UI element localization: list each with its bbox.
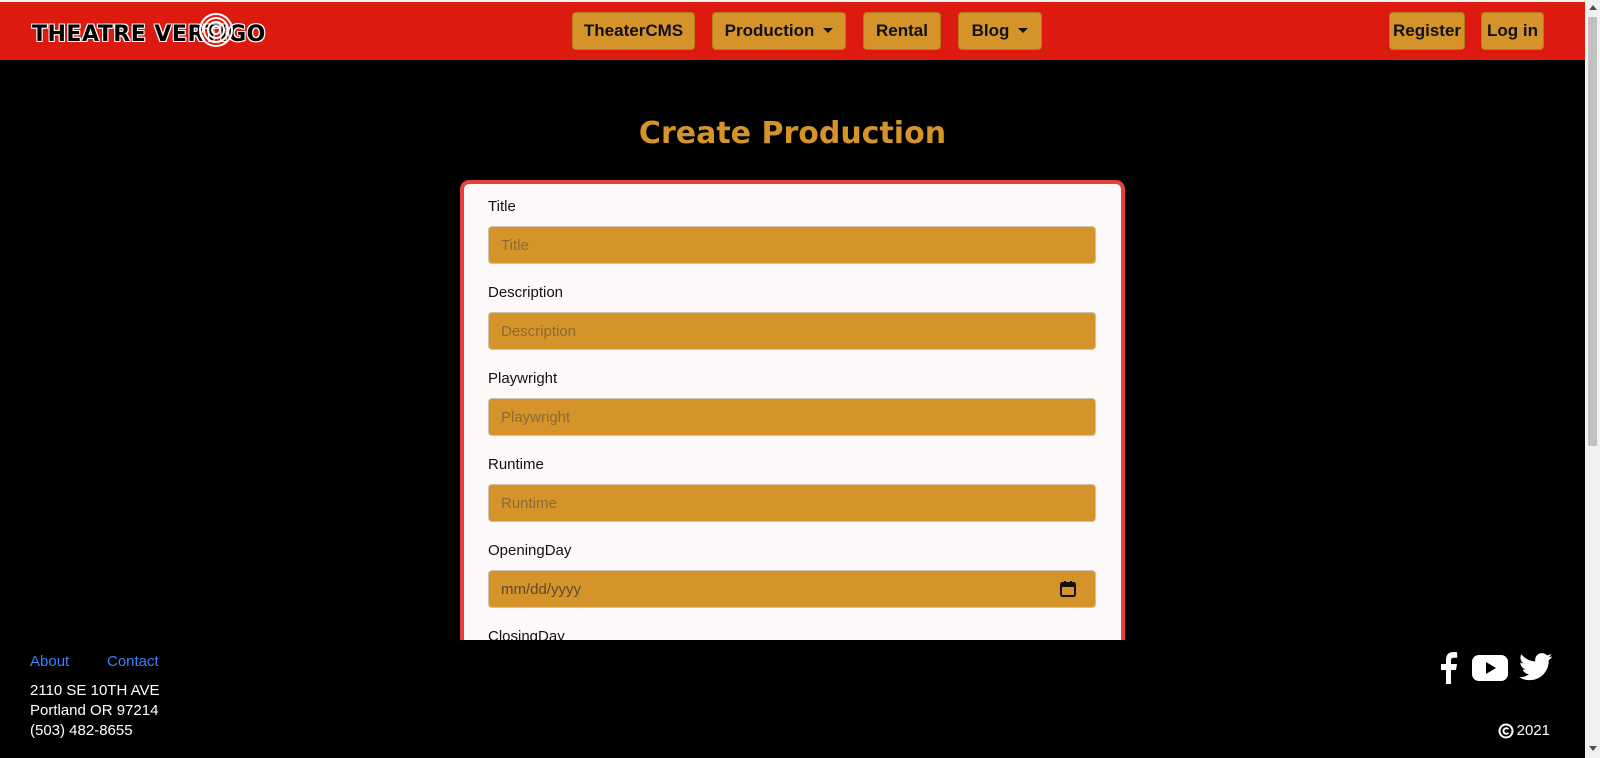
nav-rental-label: Rental — [876, 21, 928, 40]
description-input[interactable] — [488, 312, 1096, 350]
create-production-form: Title Description Playwright Runtime Ope… — [460, 180, 1125, 640]
address-line-2: Portland OR 97214 — [30, 702, 159, 719]
nav-production-label: Production — [724, 21, 815, 40]
page-scrollbar[interactable] — [1585, 0, 1600, 758]
opening-day-date-input[interactable]: mm/dd/yyyy — [488, 570, 1096, 608]
twitter-icon[interactable] — [1519, 653, 1553, 681]
runtime-label: Runtime — [488, 456, 544, 473]
title-label: Title — [488, 198, 516, 215]
nav-blog-dropdown[interactable]: Blog — [958, 12, 1042, 50]
copyright-icon — [1498, 723, 1514, 738]
login-label: Log in — [1487, 21, 1538, 40]
navbar: THEATRE VERTIGO TheaterCMS Production Re… — [0, 2, 1585, 60]
contact-link[interactable]: Contact — [107, 653, 159, 670]
opening-day-label: OpeningDay — [488, 542, 572, 559]
scroll-up-icon[interactable] — [1589, 5, 1597, 10]
login-button[interactable]: Log in — [1481, 12, 1544, 50]
copyright: 2021 — [1498, 722, 1550, 739]
facebook-icon[interactable] — [1438, 652, 1458, 684]
page-title: Create Production — [638, 116, 947, 151]
footer: About Contact 2110 SE 10TH AVE Portland … — [0, 640, 1585, 758]
title-input[interactable] — [488, 226, 1096, 264]
theatre-vertigo-logo[interactable]: THEATRE VERTIGO — [30, 10, 265, 52]
register-label: Register — [1392, 21, 1462, 40]
playwright-label: Playwright — [488, 370, 558, 387]
calendar-icon[interactable] — [1059, 580, 1077, 598]
playwright-input[interactable] — [488, 398, 1096, 436]
scrollbar-thumb[interactable] — [1588, 17, 1597, 446]
runtime-input[interactable] — [488, 484, 1096, 522]
nav-blog-label: Blog — [971, 21, 1010, 40]
description-label: Description — [488, 284, 564, 301]
about-link[interactable]: About — [30, 653, 69, 670]
address-line-1: 2110 SE 10TH AVE — [30, 682, 160, 699]
chevron-down-icon — [823, 27, 834, 33]
nav-rental-button[interactable]: Rental — [863, 12, 941, 50]
phone-number: (503) 482-8655 — [30, 722, 133, 739]
closing-day-label: ClosingDay — [488, 628, 565, 640]
opening-day-placeholder: mm/dd/yyyy — [501, 581, 582, 598]
chevron-down-icon — [1018, 27, 1029, 33]
nav-production-dropdown[interactable]: Production — [712, 12, 846, 50]
nav-theatercms-label: TheaterCMS — [583, 21, 684, 40]
copyright-year: 2021 — [1516, 722, 1550, 739]
nav-theatercms-button[interactable]: TheaterCMS — [572, 12, 695, 50]
youtube-icon[interactable] — [1472, 655, 1508, 681]
spiral-logo-icon — [199, 13, 233, 47]
scroll-down-icon[interactable] — [1589, 746, 1597, 751]
register-button[interactable]: Register — [1389, 12, 1465, 50]
